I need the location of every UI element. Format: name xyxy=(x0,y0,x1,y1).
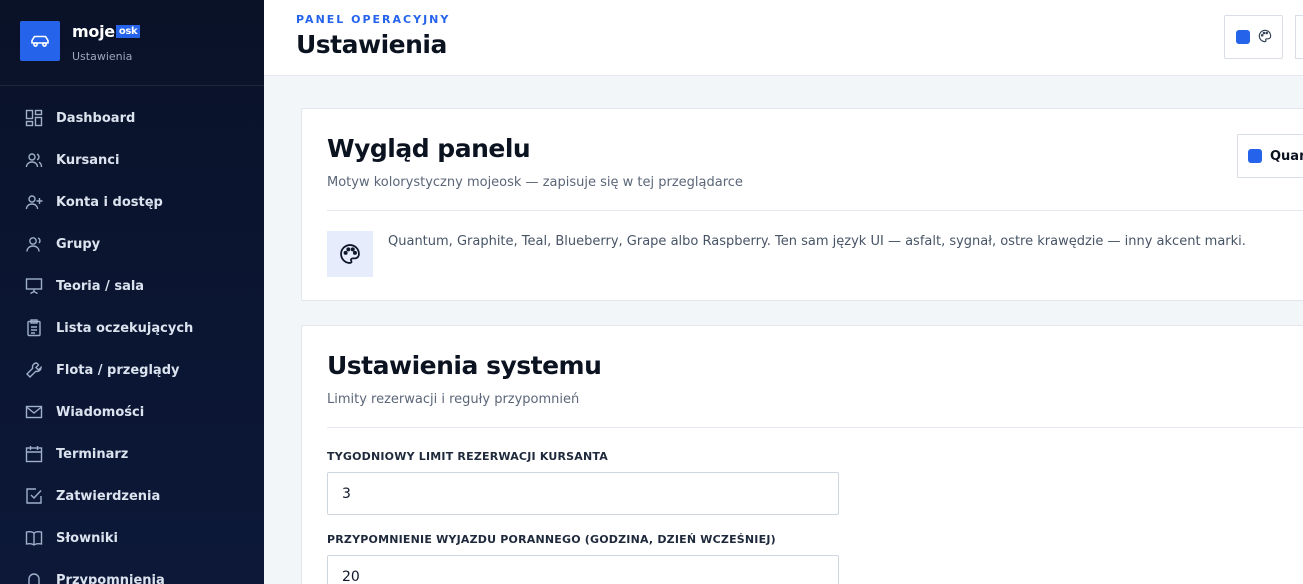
mail-icon xyxy=(24,402,44,422)
sidebar-item-label: Wiadomości xyxy=(56,404,145,420)
sidebar-item-przypomnienia[interactable]: Przypomnienia xyxy=(0,559,264,584)
system-settings-title: Ustawienia systemu xyxy=(327,351,602,380)
appearance-card: Wygląd panelu Motyw kolorystyczny mojeos… xyxy=(301,108,1303,301)
sidebar-item-teoria[interactable]: Teoria / sala xyxy=(0,265,264,307)
page-title: Ustawienia xyxy=(296,30,447,59)
car-logo-icon[interactable] xyxy=(20,21,60,61)
presentation-icon xyxy=(24,276,44,296)
brand-tag: osk xyxy=(115,25,141,38)
book-icon xyxy=(24,528,44,548)
system-settings-subtitle: Limity rezerwacji i reguły przypomnień xyxy=(327,392,580,407)
divider xyxy=(327,427,1303,428)
divider xyxy=(327,210,1303,211)
brand-name-text: moje xyxy=(72,22,115,41)
sidebar-item-dashboard[interactable]: Dashboard xyxy=(0,97,264,139)
sidebar-item-label: Flota / przeglądy xyxy=(56,362,180,378)
sidebar-nav: Dashboard Kursanci Konta i dostęp Grupy … xyxy=(0,97,264,584)
calendar-icon xyxy=(24,444,44,464)
sidebar-item-slowniki[interactable]: Słowniki xyxy=(0,517,264,559)
accent-swatch xyxy=(1248,149,1262,163)
weekly-limit-label: TYGODNIOWY LIMIT REZERWACJI KURSANTA xyxy=(327,450,608,463)
sidebar-item-grupy[interactable]: Grupy xyxy=(0,223,264,265)
brand-name: moje osk xyxy=(72,22,141,41)
sidebar-item-flota[interactable]: Flota / przeglądy xyxy=(0,349,264,391)
user-plus-icon xyxy=(24,192,44,212)
sidebar-item-label: Kursanci xyxy=(56,152,120,168)
sidebar-item-label: Zatwierdzenia xyxy=(56,488,161,504)
sidebar-item-label: Słowniki xyxy=(56,530,118,546)
appearance-subtitle: Motyw kolorystyczny mojeosk — zapisuje s… xyxy=(327,175,743,190)
sidebar-item-wiadomosci[interactable]: Wiadomości xyxy=(0,391,264,433)
topbar-extra-button[interactable] xyxy=(1295,15,1303,59)
brand-subtitle: Ustawienia xyxy=(72,50,133,63)
topbar: PANEL OPERACYJNY Ustawienia xyxy=(264,0,1303,76)
theme-switcher-button[interactable] xyxy=(1224,15,1283,59)
theme-select-value: Quantum xyxy=(1270,148,1303,164)
check-square-icon xyxy=(24,486,44,506)
sidebar: moje osk Ustawienia Dashboard Kursanci Ko… xyxy=(0,0,264,584)
accent-swatch xyxy=(1235,30,1250,44)
weekly-limit-input[interactable] xyxy=(327,472,839,515)
bell-icon xyxy=(24,570,44,584)
users-icon xyxy=(24,150,44,170)
sidebar-item-terminarz[interactable]: Terminarz xyxy=(0,433,264,475)
sidebar-item-label: Grupy xyxy=(56,236,101,252)
brand: moje osk Ustawienia xyxy=(0,0,264,86)
sidebar-item-label: Przypomnienia xyxy=(56,572,165,584)
sidebar-item-konta[interactable]: Konta i dostęp xyxy=(0,181,264,223)
morning-reminder-input[interactable] xyxy=(327,555,839,584)
clipboard-list-icon xyxy=(24,318,44,338)
appearance-description: Quantum, Graphite, Teal, Blueberry, Grap… xyxy=(388,234,1246,249)
sidebar-item-lista[interactable]: Lista oczekujących xyxy=(0,307,264,349)
user-group-icon xyxy=(24,234,44,254)
sidebar-item-label: Lista oczekujących xyxy=(56,320,194,336)
wrench-icon xyxy=(24,360,44,380)
sidebar-item-kursanci[interactable]: Kursanci xyxy=(0,139,264,181)
sidebar-item-label: Teoria / sala xyxy=(56,278,145,294)
sidebar-item-zatwierdzenia[interactable]: Zatwierdzenia xyxy=(0,475,264,517)
page-eyebrow: PANEL OPERACYJNY xyxy=(296,13,451,26)
sidebar-item-label: Dashboard xyxy=(56,110,136,126)
system-settings-card: Ustawienia systemu Limity rezerwacji i r… xyxy=(301,325,1303,584)
palette-icon xyxy=(327,231,373,277)
sidebar-item-label: Terminarz xyxy=(56,446,129,462)
palette-icon xyxy=(1258,28,1272,47)
theme-select[interactable]: Quantum xyxy=(1237,134,1303,178)
appearance-title: Wygląd panelu xyxy=(327,134,531,163)
dashboard-grid-icon xyxy=(24,108,44,128)
morning-reminder-label: PRZYPOMNIENIE WYJAZDU PORANNEGO (GODZINA… xyxy=(327,533,776,546)
sidebar-item-label: Konta i dostęp xyxy=(56,194,163,210)
